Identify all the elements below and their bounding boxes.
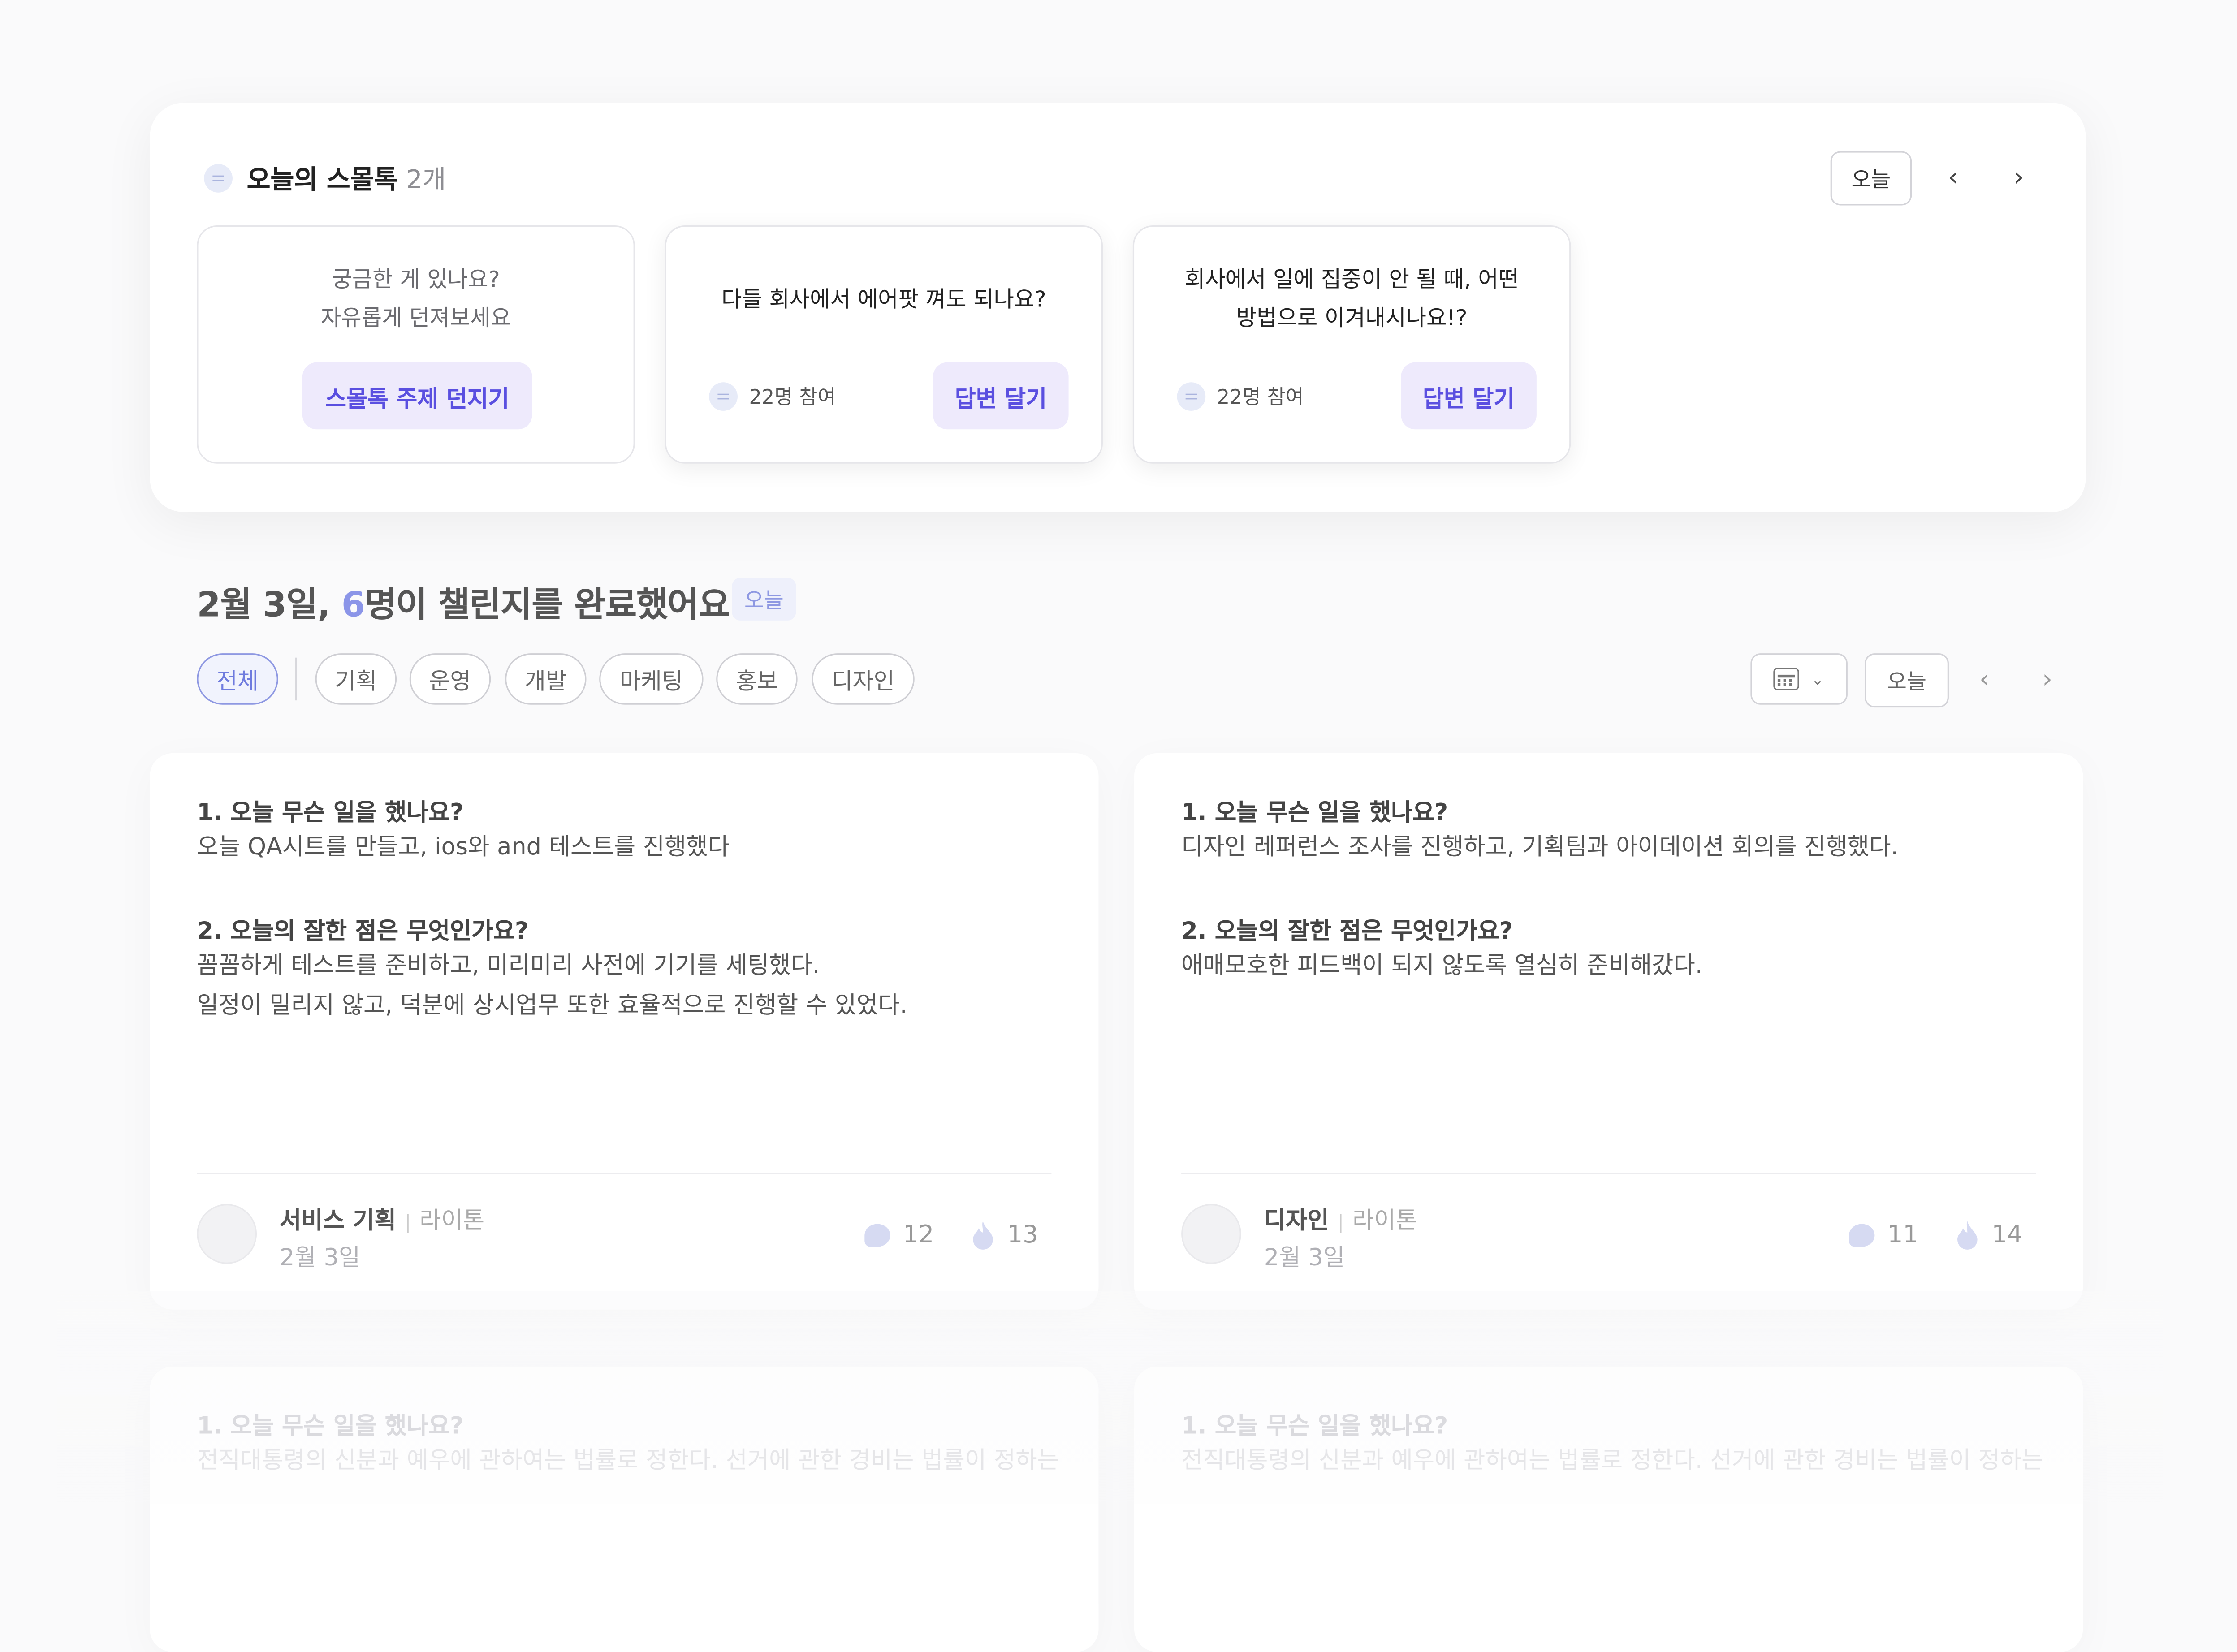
smalltalk-panel: 오늘의 스몰톡 2개 오늘 ‹ › 궁금한 게 있나요? 자유롭게 던져보세요 …	[150, 103, 2086, 512]
chevron-down-icon: ⌄	[1811, 669, 1824, 689]
filter-divider	[295, 657, 297, 701]
question-1: 1. 오늘 무슨 일을 했나요?	[197, 1412, 464, 1440]
challenge-heading: 2월 3일, 6명이 챌린지를 완료했어요.	[197, 576, 743, 626]
post-card[interactable]: 1. 오늘 무슨 일을 했나요? 디자인 레퍼런스 조사를 진행하고, 기획팀과…	[1134, 753, 2083, 1310]
avatar[interactable]	[197, 1204, 257, 1264]
author-role: 라이톤	[1352, 1207, 1417, 1234]
participants-count: 22명 참여	[1217, 386, 1304, 410]
challenge-today-button[interactable]: 오늘	[1865, 653, 1949, 708]
question-1: 1. 오늘 무슨 일을 했나요?	[1181, 1412, 1448, 1440]
filter-chip-planning[interactable]: 기획	[315, 653, 397, 705]
post-card-faded[interactable]: 1. 오늘 무슨 일을 했나요? 전직대통령의 신분과 예우에 관하여는 법률로…	[1134, 1366, 2083, 1652]
filter-chip-marketing[interactable]: 마케팅	[599, 653, 704, 705]
calendar-icon	[1774, 667, 1800, 690]
answer-2-line: 일정이 밀리지 않고, 덕분에 상시업무 또한 효율적으로 진행할 수 있었다.	[197, 991, 907, 1019]
calendar-dropdown[interactable]: ⌄	[1750, 653, 1848, 705]
smalltalk-topic-card[interactable]: 회사에서 일에 집중이 안 될 때, 어떤 방법으로 이겨내시나요!? 22명 …	[1132, 225, 1571, 464]
question-2: 2. 오늘의 잘한 점은 무엇인가요?	[197, 917, 529, 945]
today-badge: 오늘	[732, 578, 796, 621]
comment-icon	[864, 1224, 890, 1247]
divider	[197, 1173, 1052, 1174]
divider	[1181, 1173, 2036, 1174]
filter-chip-development[interactable]: 개발	[505, 653, 587, 705]
comment-count[interactable]: 12	[864, 1218, 934, 1252]
chat-bubble-icon	[204, 164, 233, 193]
author-role: 라이톤	[419, 1207, 485, 1234]
question-2: 2. 오늘의 잘한 점은 무엇인가요?	[1181, 917, 1513, 945]
answer-1-line: 전직대통령의 신분과 예우에 관하여는 법률로 정한다. 선거에 관한 경비는 …	[1181, 1446, 2043, 1474]
like-count[interactable]: 14	[1953, 1218, 2022, 1252]
post-date: 2월 3일	[280, 1244, 361, 1271]
author: 서비스 기획 | 라이톤	[280, 1207, 485, 1234]
answer-1-line: 오늘 QA시트를 만들고, ios와 and 테스트를 진행했다	[197, 833, 730, 860]
heading-suffix: 명이 챌린지를 완료했어요.	[365, 585, 743, 625]
chevron-right-icon[interactable]: ›	[2003, 161, 2034, 193]
comment-icon	[1849, 1224, 1875, 1247]
prompt-line-1: 궁금한 게 있나요?	[332, 267, 500, 293]
answer-1-line: 디자인 레퍼런스 조사를 진행하고, 기획팀과 아이데이션 회의를 진행했다.	[1181, 833, 1899, 860]
author: 디자인 | 라이톤	[1264, 1207, 1417, 1234]
chevron-left-icon[interactable]: ‹	[1969, 663, 2000, 694]
topic-question-line-1: 회사에서 일에 집중이 안 될 때, 어떤	[1184, 267, 1519, 293]
post-card[interactable]: 1. 오늘 무슨 일을 했나요? 오늘 QA시트를 만들고, ios와 and …	[150, 753, 1099, 1310]
post-card-faded[interactable]: 1. 오늘 무슨 일을 했나요? 전직대통령의 신분과 예우에 관하여는 법률로…	[150, 1366, 1099, 1652]
question-1: 1. 오늘 무슨 일을 했나요?	[197, 798, 464, 826]
answer-2-line: 꼼꼼하게 테스트를 준비하고, 미리미리 사전에 기기를 세팅했다.	[197, 951, 820, 979]
smalltalk-prompt-card: 궁금한 게 있나요? 자유롭게 던져보세요 스몰톡 주제 던지기	[197, 225, 635, 464]
smalltalk-today-button[interactable]: 오늘	[1830, 151, 1912, 206]
filter-chip-pr[interactable]: 홍보	[716, 653, 798, 705]
post-date: 2월 3일	[1264, 1244, 1345, 1271]
participants-count: 22명 참여	[749, 386, 836, 410]
answer-1-line: 전직대통령의 신분과 예우에 관하여는 법률로 정한다. 선거에 관한 경비는 …	[197, 1446, 1059, 1474]
fire-icon	[1957, 1221, 1978, 1250]
like-count-value: 13	[1007, 1221, 1038, 1250]
fire-icon	[973, 1221, 993, 1250]
topic-question: 다들 회사에서 에어팟 껴도 되나요?	[721, 286, 1046, 313]
comment-count-value: 11	[1887, 1221, 1918, 1250]
answer-2-line: 애매모호한 피드백이 되지 않도록 열심히 준비해갔다.	[1181, 951, 1703, 979]
reply-button[interactable]: 답변 달기	[933, 362, 1069, 430]
filter-chip-all[interactable]: 전체	[197, 653, 278, 705]
chevron-right-icon[interactable]: ›	[2032, 663, 2063, 694]
heading-number: 6	[341, 585, 365, 625]
prompt-line-2: 자유롭게 던져보세요	[320, 305, 511, 331]
chat-bubble-icon	[709, 382, 738, 411]
chevron-left-icon[interactable]: ‹	[1937, 161, 1969, 193]
participants: 22명 참여	[1177, 381, 1304, 412]
comment-count[interactable]: 11	[1849, 1218, 1918, 1252]
chat-bubble-icon	[1177, 382, 1206, 411]
like-count-value: 14	[1991, 1221, 2023, 1250]
smalltalk-header: 오늘의 스몰톡 2개	[204, 160, 446, 197]
heading-date: 2월 3일,	[197, 585, 341, 625]
reply-button[interactable]: 답변 달기	[1401, 362, 1537, 430]
smalltalk-title: 오늘의 스몰톡	[246, 165, 398, 196]
author-team: 서비스 기획	[280, 1207, 396, 1234]
comment-count-value: 12	[903, 1221, 934, 1250]
filter-chip-design[interactable]: 디자인	[812, 653, 915, 705]
like-count[interactable]: 13	[969, 1218, 1038, 1252]
smalltalk-topic-card[interactable]: 다들 회사에서 에어팟 껴도 되나요? 22명 참여 답변 달기	[665, 225, 1103, 464]
smalltalk-count: 2개	[406, 165, 446, 196]
topic-question-line-2: 방법으로 이겨내시나요!?	[1236, 305, 1468, 331]
avatar[interactable]	[1181, 1204, 1241, 1264]
filter-chip-operations[interactable]: 운영	[409, 653, 491, 705]
author-team: 디자인	[1264, 1207, 1329, 1234]
participants: 22명 참여	[709, 381, 836, 412]
throw-topic-button[interactable]: 스몰톡 주제 던지기	[302, 362, 532, 430]
question-1: 1. 오늘 무슨 일을 했나요?	[1181, 798, 1448, 826]
